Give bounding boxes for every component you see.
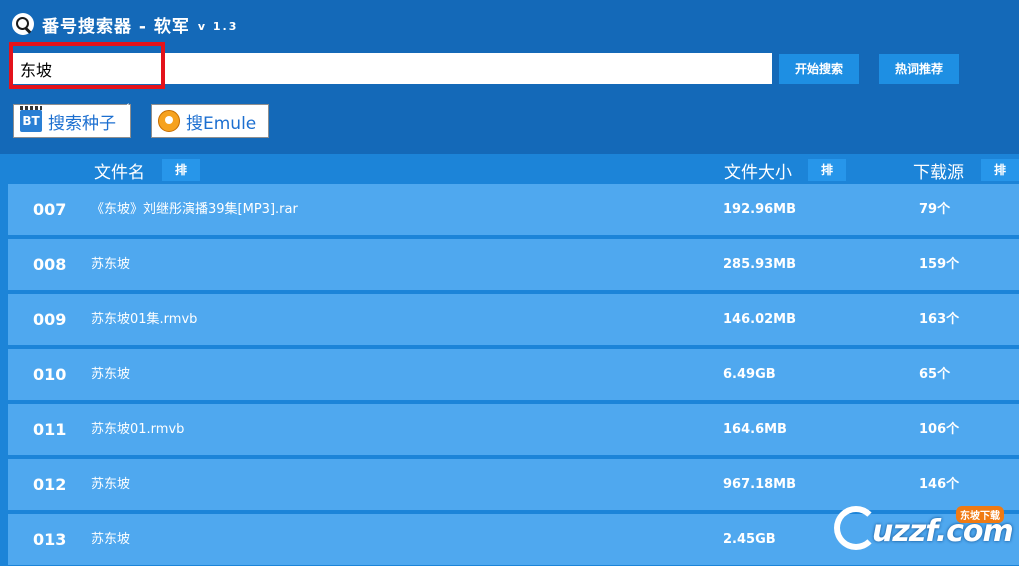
column-header-size: 文件大小 — [724, 163, 792, 183]
row-source-count: 159个 — [919, 257, 960, 272]
watermark-logo: uzzf.com 东坡下载 — [832, 500, 1016, 560]
row-file-name: 苏东坡 — [91, 532, 131, 547]
row-source-count: 65个 — [919, 367, 951, 382]
sort-by-source-button[interactable]: 排 — [981, 159, 1019, 181]
row-number: 011 — [33, 420, 67, 439]
table-header: 文件名 排 文件大小 排 下载源 排 — [0, 154, 1019, 184]
row-file-name: 苏东坡 — [91, 367, 131, 382]
search-torrent-button[interactable]: BT 搜索种子 — [13, 104, 131, 138]
row-source-count: 163个 — [919, 312, 960, 327]
row-file-size: 285.93MB — [723, 257, 797, 272]
row-file-size: 967.18MB — [723, 477, 797, 492]
row-number: 008 — [33, 255, 67, 274]
row-number: 010 — [33, 365, 67, 384]
row-file-size: 146.02MB — [723, 312, 797, 327]
search-emule-label: 搜Emule — [186, 113, 257, 134]
table-row[interactable]: 008 苏东坡 285.93MB 159个 — [8, 239, 1019, 290]
search-input[interactable] — [12, 53, 772, 84]
sort-by-size-button[interactable]: 排 — [808, 159, 846, 181]
column-header-name: 文件名 — [94, 163, 145, 183]
hot-words-button[interactable]: 热词推荐 — [879, 54, 959, 84]
column-header-source: 下载源 — [913, 163, 964, 183]
sort-by-name-button[interactable]: 排 — [162, 159, 200, 181]
row-file-name: 苏东坡01.rmvb — [91, 422, 185, 437]
row-number: 012 — [33, 475, 67, 494]
app-window: 番号搜索器 - 软军 v 1.3 开始搜索 热词推荐 BT 搜索种子 ✓ 搜Em… — [0, 0, 1019, 566]
row-number: 009 — [33, 310, 67, 329]
search-emule-button[interactable]: 搜Emule — [151, 104, 269, 138]
row-file-name: 《东坡》刘继彤演播39集[MP3].rar — [91, 202, 298, 217]
app-title: 番号搜索器 - 软军 — [42, 16, 190, 37]
row-file-size: 6.49GB — [723, 367, 776, 382]
emule-icon — [158, 110, 180, 132]
row-file-name: 苏东坡 — [91, 257, 131, 272]
row-file-size: 2.45GB — [723, 532, 776, 547]
row-file-size: 192.96MB — [723, 202, 797, 217]
watermark-badge: 东坡下载 — [956, 506, 1004, 523]
row-number: 013 — [33, 530, 67, 549]
search-icon — [12, 13, 34, 35]
row-file-name: 苏东坡 — [91, 477, 131, 492]
title-bar: 番号搜索器 - 软军 v 1.3 — [12, 10, 238, 38]
table-row[interactable]: 011 苏东坡01.rmvb 164.6MB 106个 — [8, 404, 1019, 455]
bt-icon: BT — [20, 106, 42, 132]
search-torrent-label: 搜索种子 — [48, 113, 116, 134]
table-row[interactable]: 010 苏东坡 6.49GB 65个 — [8, 349, 1019, 400]
table-row[interactable]: 009 苏东坡01集.rmvb 146.02MB 163个 — [8, 294, 1019, 345]
table-row[interactable]: 007 《东坡》刘继彤演播39集[MP3].rar 192.96MB 79个 — [8, 184, 1019, 235]
row-source-count: 106个 — [919, 422, 960, 437]
selected-check-icon: ✓ — [121, 100, 132, 114]
row-file-name: 苏东坡01集.rmvb — [91, 312, 198, 327]
row-file-size: 164.6MB — [723, 422, 787, 437]
row-number: 007 — [33, 200, 67, 219]
row-source-count: 79个 — [919, 202, 951, 217]
start-search-button[interactable]: 开始搜索 — [779, 54, 859, 84]
app-version: v 1.3 — [197, 19, 239, 33]
